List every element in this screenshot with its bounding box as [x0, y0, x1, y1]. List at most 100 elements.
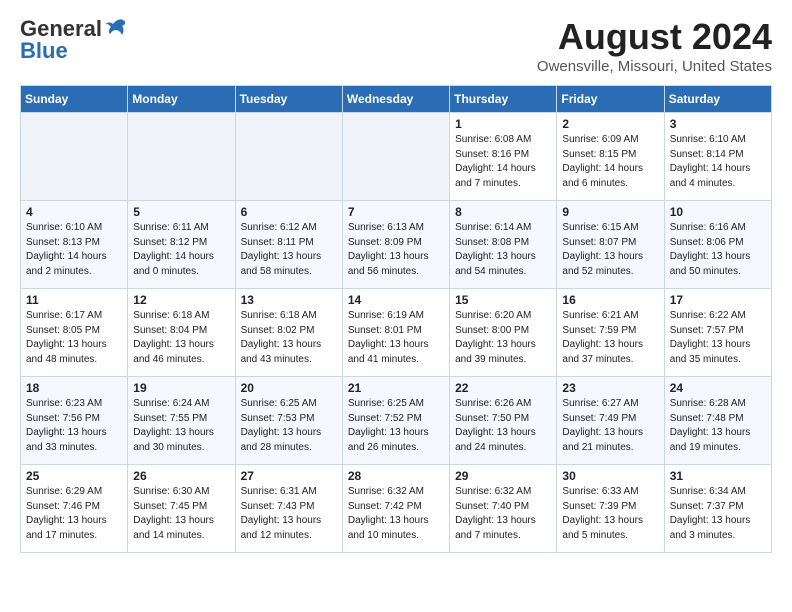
- calendar-week-2: 4 Sunrise: 6:10 AM Sunset: 8:13 PM Daylig…: [21, 201, 772, 289]
- calendar-cell: 14 Sunrise: 6:19 AM Sunset: 8:01 PM Dayli…: [342, 289, 449, 377]
- calendar-table: SundayMondayTuesdayWednesdayThursdayFrid…: [20, 85, 772, 553]
- day-number: 25: [26, 469, 122, 483]
- month-title: August 2024: [537, 16, 772, 58]
- day-number: 27: [241, 469, 337, 483]
- calendar-cell: 4 Sunrise: 6:10 AM Sunset: 8:13 PM Daylig…: [21, 201, 128, 289]
- calendar-cell: 15 Sunrise: 6:20 AM Sunset: 8:00 PM Dayli…: [450, 289, 557, 377]
- calendar-cell: 28 Sunrise: 6:32 AM Sunset: 7:42 PM Dayli…: [342, 465, 449, 553]
- column-header-wednesday: Wednesday: [342, 86, 449, 113]
- column-header-saturday: Saturday: [664, 86, 771, 113]
- logo: General Blue: [20, 16, 127, 64]
- calendar-cell: 5Sunrise: 6:11 AM Sunset: 8:12 PM Daylig…: [128, 201, 235, 289]
- day-number: 23: [562, 381, 658, 395]
- day-info: Sunrise: 6:18 AM Sunset: 8:02 PM Dayligh…: [241, 309, 337, 367]
- day-info: Sunrise: 6:22 AM Sunset: 7:57 PM Dayligh…: [670, 309, 766, 367]
- column-header-sunday: Sunday: [21, 86, 128, 113]
- calendar-cell: [342, 113, 449, 201]
- day-info: Sunrise: 6:26 AM Sunset: 7:50 PM Dayligh…: [455, 397, 551, 455]
- calendar-cell: 19Sunrise: 6:24 AM Sunset: 7:55 PM Dayli…: [128, 377, 235, 465]
- day-number: 11: [26, 293, 122, 307]
- day-info: Sunrise: 6:27 AM Sunset: 7:49 PM Dayligh…: [562, 397, 658, 455]
- day-number: 6: [241, 205, 337, 219]
- day-info: Sunrise: 6:17 AM Sunset: 8:05 PM Dayligh…: [26, 309, 122, 367]
- calendar-cell: 16 Sunrise: 6:21 AM Sunset: 7:59 PM Dayli…: [557, 289, 664, 377]
- calendar-week-3: 11 Sunrise: 6:17 AM Sunset: 8:05 PM Dayli…: [21, 289, 772, 377]
- day-info: Sunrise: 6:25 AM Sunset: 7:52 PM Dayligh…: [348, 397, 444, 455]
- calendar-cell: 6 Sunrise: 6:12 AM Sunset: 8:11 PM Daylig…: [235, 201, 342, 289]
- day-number: 21: [348, 381, 444, 395]
- calendar-body: 1 Sunrise: 6:08 AM Sunset: 8:16 PM Daylig…: [21, 113, 772, 553]
- day-info: Sunrise: 6:14 AM Sunset: 8:08 PM Dayligh…: [455, 221, 551, 279]
- day-info: Sunrise: 6:10 AM Sunset: 8:14 PM Dayligh…: [670, 133, 766, 191]
- calendar-header-row: SundayMondayTuesdayWednesdayThursdayFrid…: [21, 86, 772, 113]
- calendar-cell: 24Sunrise: 6:28 AM Sunset: 7:48 PM Dayli…: [664, 377, 771, 465]
- day-info: Sunrise: 6:28 AM Sunset: 7:48 PM Dayligh…: [670, 397, 766, 455]
- day-number: 17: [670, 293, 766, 307]
- day-info: Sunrise: 6:29 AM Sunset: 7:46 PM Dayligh…: [26, 485, 122, 543]
- day-number: 26: [133, 469, 229, 483]
- column-header-thursday: Thursday: [450, 86, 557, 113]
- calendar-cell: 3 Sunrise: 6:10 AM Sunset: 8:14 PM Daylig…: [664, 113, 771, 201]
- calendar-cell: 13Sunrise: 6:18 AM Sunset: 8:02 PM Dayli…: [235, 289, 342, 377]
- day-info: Sunrise: 6:11 AM Sunset: 8:12 PM Dayligh…: [133, 221, 229, 279]
- day-number: 8: [455, 205, 551, 219]
- day-number: 20: [241, 381, 337, 395]
- day-info: Sunrise: 6:19 AM Sunset: 8:01 PM Dayligh…: [348, 309, 444, 367]
- day-number: 4: [26, 205, 122, 219]
- calendar-cell: 27 Sunrise: 6:31 AM Sunset: 7:43 PM Dayli…: [235, 465, 342, 553]
- calendar-cell: 22Sunrise: 6:26 AM Sunset: 7:50 PM Dayli…: [450, 377, 557, 465]
- calendar-cell: 7Sunrise: 6:13 AM Sunset: 8:09 PM Daylig…: [342, 201, 449, 289]
- day-info: Sunrise: 6:20 AM Sunset: 8:00 PM Dayligh…: [455, 309, 551, 367]
- title-block: August 2024 Owensville, Missouri, United…: [537, 16, 772, 75]
- day-info: Sunrise: 6:16 AM Sunset: 8:06 PM Dayligh…: [670, 221, 766, 279]
- column-header-tuesday: Tuesday: [235, 86, 342, 113]
- calendar-cell: 29 Sunrise: 6:32 AM Sunset: 7:40 PM Dayli…: [450, 465, 557, 553]
- day-number: 10: [670, 205, 766, 219]
- day-info: Sunrise: 6:18 AM Sunset: 8:04 PM Dayligh…: [133, 309, 229, 367]
- day-info: Sunrise: 6:08 AM Sunset: 8:16 PM Dayligh…: [455, 133, 551, 191]
- calendar-cell: 1 Sunrise: 6:08 AM Sunset: 8:16 PM Daylig…: [450, 113, 557, 201]
- day-info: Sunrise: 6:34 AM Sunset: 7:37 PM Dayligh…: [670, 485, 766, 543]
- day-number: 29: [455, 469, 551, 483]
- day-info: Sunrise: 6:32 AM Sunset: 7:40 PM Dayligh…: [455, 485, 551, 543]
- calendar-week-1: 1 Sunrise: 6:08 AM Sunset: 8:16 PM Daylig…: [21, 113, 772, 201]
- calendar-cell: 12Sunrise: 6:18 AM Sunset: 8:04 PM Dayli…: [128, 289, 235, 377]
- day-info: Sunrise: 6:12 AM Sunset: 8:11 PM Dayligh…: [241, 221, 337, 279]
- calendar-cell: 8 Sunrise: 6:14 AM Sunset: 8:08 PM Daylig…: [450, 201, 557, 289]
- day-number: 30: [562, 469, 658, 483]
- day-info: Sunrise: 6:32 AM Sunset: 7:42 PM Dayligh…: [348, 485, 444, 543]
- day-number: 14: [348, 293, 444, 307]
- calendar-week-4: 18 Sunrise: 6:23 AM Sunset: 7:56 PM Dayli…: [21, 377, 772, 465]
- day-number: 3: [670, 117, 766, 131]
- calendar-cell: [128, 113, 235, 201]
- day-number: 7: [348, 205, 444, 219]
- calendar-cell: 10 Sunrise: 6:16 AM Sunset: 8:06 PM Dayli…: [664, 201, 771, 289]
- location-text: Owensville, Missouri, United States: [537, 58, 772, 75]
- column-header-friday: Friday: [557, 86, 664, 113]
- day-number: 16: [562, 293, 658, 307]
- day-info: Sunrise: 6:23 AM Sunset: 7:56 PM Dayligh…: [26, 397, 122, 455]
- day-number: 1: [455, 117, 551, 131]
- calendar-cell: 17 Sunrise: 6:22 AM Sunset: 7:57 PM Dayli…: [664, 289, 771, 377]
- day-number: 28: [348, 469, 444, 483]
- day-info: Sunrise: 6:10 AM Sunset: 8:13 PM Dayligh…: [26, 221, 122, 279]
- day-info: Sunrise: 6:31 AM Sunset: 7:43 PM Dayligh…: [241, 485, 337, 543]
- day-number: 18: [26, 381, 122, 395]
- logo-blue-text: Blue: [20, 38, 68, 64]
- day-info: Sunrise: 6:33 AM Sunset: 7:39 PM Dayligh…: [562, 485, 658, 543]
- calendar-cell: 11 Sunrise: 6:17 AM Sunset: 8:05 PM Dayli…: [21, 289, 128, 377]
- day-info: Sunrise: 6:25 AM Sunset: 7:53 PM Dayligh…: [241, 397, 337, 455]
- calendar-cell: 31Sunrise: 6:34 AM Sunset: 7:37 PM Dayli…: [664, 465, 771, 553]
- calendar-cell: 18 Sunrise: 6:23 AM Sunset: 7:56 PM Dayli…: [21, 377, 128, 465]
- calendar-cell: [235, 113, 342, 201]
- calendar-cell: 26Sunrise: 6:30 AM Sunset: 7:45 PM Dayli…: [128, 465, 235, 553]
- calendar-cell: [21, 113, 128, 201]
- day-info: Sunrise: 6:09 AM Sunset: 8:15 PM Dayligh…: [562, 133, 658, 191]
- calendar-cell: 25 Sunrise: 6:29 AM Sunset: 7:46 PM Dayli…: [21, 465, 128, 553]
- column-header-monday: Monday: [128, 86, 235, 113]
- calendar-cell: 20 Sunrise: 6:25 AM Sunset: 7:53 PM Dayli…: [235, 377, 342, 465]
- day-info: Sunrise: 6:21 AM Sunset: 7:59 PM Dayligh…: [562, 309, 658, 367]
- day-info: Sunrise: 6:15 AM Sunset: 8:07 PM Dayligh…: [562, 221, 658, 279]
- calendar-cell: 30 Sunrise: 6:33 AM Sunset: 7:39 PM Dayli…: [557, 465, 664, 553]
- day-number: 15: [455, 293, 551, 307]
